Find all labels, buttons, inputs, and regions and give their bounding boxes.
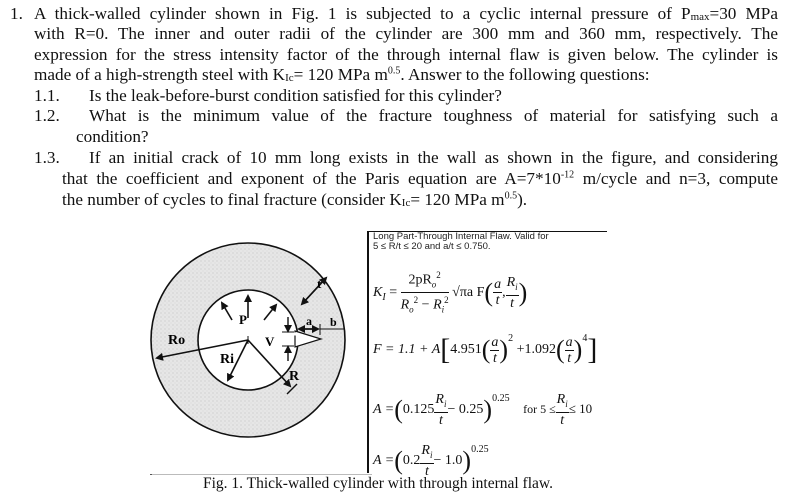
a1-tail: − 0.25 bbox=[447, 402, 484, 418]
pmax-value: =30 MPa bbox=[709, 4, 778, 23]
kic-value: = 120 MPa m bbox=[293, 65, 388, 84]
question-1-3-tail: ). bbox=[517, 190, 528, 209]
label-v: V bbox=[265, 334, 275, 349]
f-exp-1: 2 bbox=[508, 333, 514, 345]
label-r: R bbox=[289, 369, 300, 384]
question-1-3-line-2: that the coefficient and exponent of the… bbox=[62, 169, 778, 189]
intro-line-4-tail: . Answer to the following questions: bbox=[400, 65, 650, 84]
question-1-2-line-2: condition? bbox=[76, 127, 149, 146]
panel-left-rule bbox=[367, 231, 369, 473]
f-lhs: F = 1.1 + A bbox=[373, 342, 441, 358]
intro-line-2: with R=0. The inner and outer radii of t… bbox=[34, 24, 778, 43]
a2-lhs: A = bbox=[373, 453, 395, 469]
cylinder-diagram: Ro Ri P V R t a b bbox=[150, 242, 346, 438]
question-1-3-number: 1.3. bbox=[34, 148, 60, 167]
f-coef-2: +1.092 bbox=[516, 342, 556, 358]
a2-coef: 0.2 bbox=[402, 453, 421, 469]
kic-exponent-2: 0.5 bbox=[504, 190, 518, 202]
panel-header-line-2: 5 ≤ R/t ≤ 20 and a/t ≤ 0.750. bbox=[373, 241, 491, 252]
intro-line-4: made of a high-strength steel with KIc= … bbox=[34, 65, 650, 88]
equation-ki: KI = 2pRo2 Ro2 − Ri2 √πa F(a t, Ri t) bbox=[373, 268, 527, 318]
question-1-1-text: Is the leak-before-burst condition satis… bbox=[89, 86, 502, 105]
question-1-2-line-1: What is the minimum value of the fractur… bbox=[89, 106, 778, 125]
a2-tail: − 1.0 bbox=[433, 453, 463, 469]
label-t: t bbox=[317, 276, 322, 291]
intro-line-1-text: A thick-walled cylinder shown in Fig. 1 … bbox=[34, 4, 691, 23]
ki-numerator: 2pR bbox=[408, 272, 432, 288]
paris-exponent: -12 bbox=[560, 169, 575, 181]
problem-number: 1. bbox=[10, 4, 23, 23]
a2-exp: 0.25 bbox=[471, 444, 489, 456]
question-1-3-line-2-tail: m/cycle and n=3, compute bbox=[574, 169, 778, 188]
label-ri: Ri bbox=[220, 352, 234, 367]
question-1-1-number: 1.1. bbox=[34, 86, 60, 105]
f-coef-1: 4.951 bbox=[450, 342, 482, 358]
question-1-3-line-1: If an initial crack of 10 mm long exists… bbox=[89, 148, 778, 167]
label-ro: Ro bbox=[168, 333, 185, 348]
question-1-3-line-3-text: the number of cycles to final fracture (… bbox=[62, 190, 402, 209]
ki-sqrt-term: √πa F bbox=[452, 285, 485, 301]
label-p: P bbox=[239, 312, 247, 327]
kic-value-2: = 120 MPa m bbox=[410, 190, 505, 209]
equation-a-2: A =(0.2 Ri t − 1.0)0.25 bbox=[373, 443, 489, 479]
a1-condition-tail: ≤ 10 bbox=[568, 401, 593, 417]
equation-f: F = 1.1 + A[4.951(a t)2 +1.092(a t)4] bbox=[373, 333, 598, 366]
pmax-subscript: max bbox=[690, 11, 710, 23]
intro-line-4-text: made of a high-strength steel with K bbox=[34, 65, 286, 84]
ki-fraction: 2pRo2 Ro2 − Ri2 bbox=[400, 270, 449, 315]
figure-caption: Fig. 1. Thick-walled cylinder with throu… bbox=[203, 475, 553, 492]
label-b: b bbox=[330, 315, 337, 329]
question-1-3-line-3: the number of cycles to final fracture (… bbox=[62, 190, 527, 213]
a1-coef: 0.125 bbox=[402, 402, 435, 418]
kic-subscript: Ic bbox=[285, 72, 294, 84]
a1-exp: 0.25 bbox=[492, 393, 510, 405]
question-1-3-line-2-text: that the coefficient and exponent of the… bbox=[62, 169, 561, 188]
intro-line-3: expression for the stress intensity fact… bbox=[34, 45, 778, 64]
ki-subscript: I bbox=[382, 291, 386, 303]
equation-a-1: A =(0.125 Ri t − 0.25)0.25 for 5 ≤ Ri t ≤ 10 bbox=[373, 392, 593, 428]
a1-lhs: A = bbox=[373, 402, 395, 418]
a1-condition: for 5 ≤ bbox=[523, 402, 556, 417]
ki-symbol: K bbox=[373, 285, 383, 301]
label-a: a bbox=[306, 314, 312, 328]
kic-exponent: 0.5 bbox=[387, 65, 401, 77]
question-1-2-number: 1.2. bbox=[34, 106, 60, 125]
